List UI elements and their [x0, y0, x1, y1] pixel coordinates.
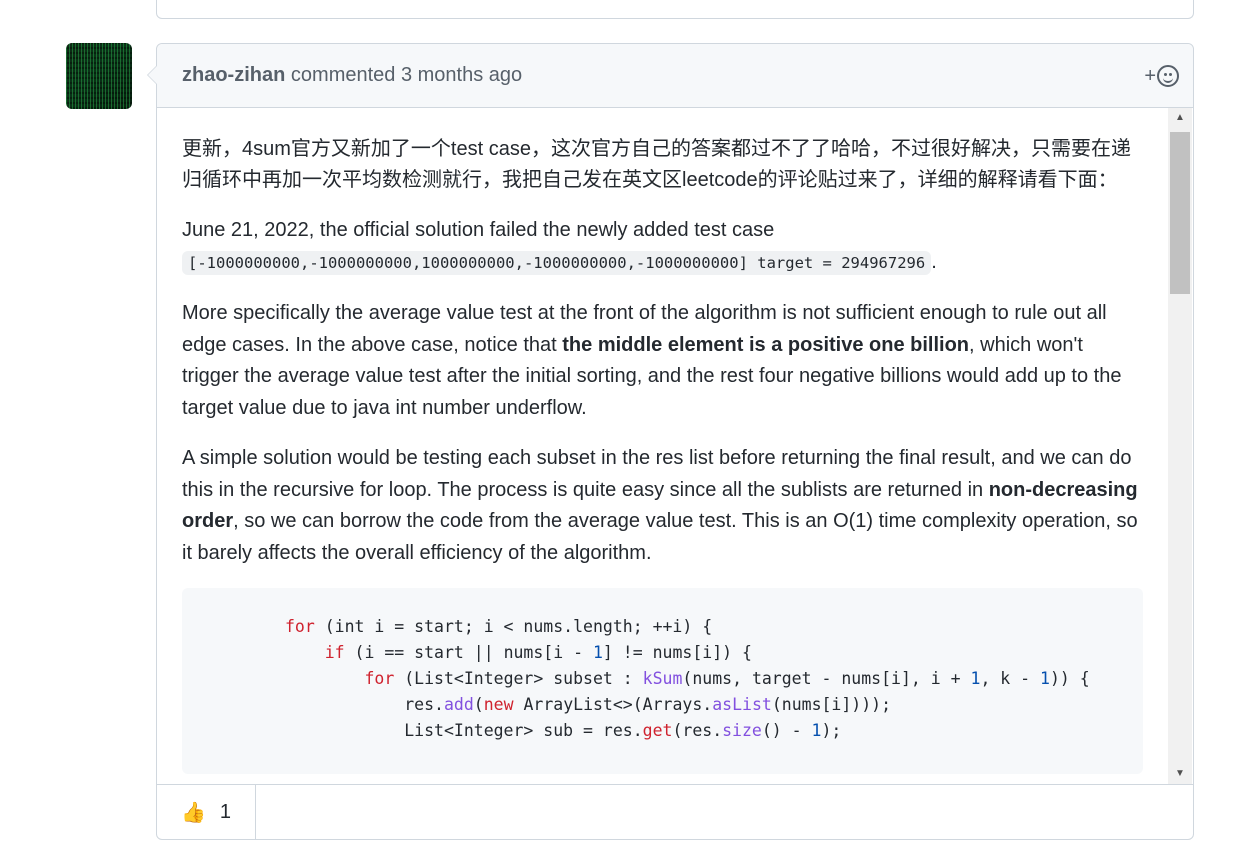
vertical-scrollbar[interactable]: ▲ ▼ [1168, 108, 1192, 784]
author-link[interactable]: zhao-zihan [182, 64, 285, 86]
comment-body: 更新，4sum官方又新加了一个test case，这次官方自己的答案都过不了了哈… [157, 108, 1167, 784]
thumbs-up-reaction-button[interactable]: 👍 1 [157, 785, 256, 840]
code-line: if (i == start || nums[i - 1] != nums[i]… [324, 643, 752, 662]
avatar[interactable] [66, 43, 132, 109]
comment-footer: 👍 1 [157, 784, 1193, 840]
code-block[interactable]: for (int i = start; i < nums.length; ++i… [182, 588, 1143, 774]
paragraph-text: June 21, 2022, the official solution fai… [182, 219, 775, 241]
paragraph-end: . [931, 250, 937, 273]
previous-comment-box: ▼ [156, 0, 1194, 19]
comment-header: zhao-zihan commented 3 months ago + [157, 44, 1193, 108]
code-line: List<Integer> sub = res.get(res.size() -… [404, 721, 842, 740]
comment-timestamp[interactable]: 3 months ago [401, 64, 522, 86]
scroll-down-arrow-icon[interactable]: ▼ [1173, 0, 1189, 6]
paragraph-solution: A simple solution would be testing each … [182, 443, 1143, 569]
code-line: for (List<Integer> subset : kSum(nums, t… [364, 669, 1090, 688]
bold-text: the middle element is a positive one bil… [562, 333, 970, 356]
comment-meta: zhao-zihan commented 3 months ago [182, 64, 522, 87]
chinese-paragraph: 更新，4sum官方又新加了一个test case，这次官方自己的答案都过不了了哈… [182, 138, 1131, 191]
comment-action: commented [290, 64, 396, 86]
reaction-count: 1 [219, 801, 232, 823]
code-line: res.add(new ArrayList<>(Arrays.asList(nu… [404, 695, 892, 714]
plus-icon: + [1144, 64, 1156, 87]
comment-box: zhao-zihan commented 3 months ago + 更新，4… [147, 43, 1194, 840]
paragraph-test-case: June 21, 2022, the official solution fai… [182, 215, 1143, 279]
scroll-up-arrow-icon[interactable]: ▲ [1168, 108, 1192, 128]
inline-code: [-1000000000,-1000000000,1000000000,-100… [182, 250, 932, 275]
thumbs-up-icon: 👍 [180, 802, 206, 824]
paragraph-text: , so we can borrow the code from the ave… [182, 510, 1138, 564]
paragraph-explanation: More specifically the average value test… [182, 298, 1143, 424]
smiley-icon [1157, 65, 1179, 87]
scroll-down-arrow-icon[interactable]: ▼ [1168, 764, 1192, 784]
code-line: for (int i = start; i < nums.length; ++i… [285, 617, 713, 636]
add-reaction-button[interactable]: + [1144, 62, 1179, 90]
scrollbar-thumb[interactable] [1170, 132, 1190, 294]
